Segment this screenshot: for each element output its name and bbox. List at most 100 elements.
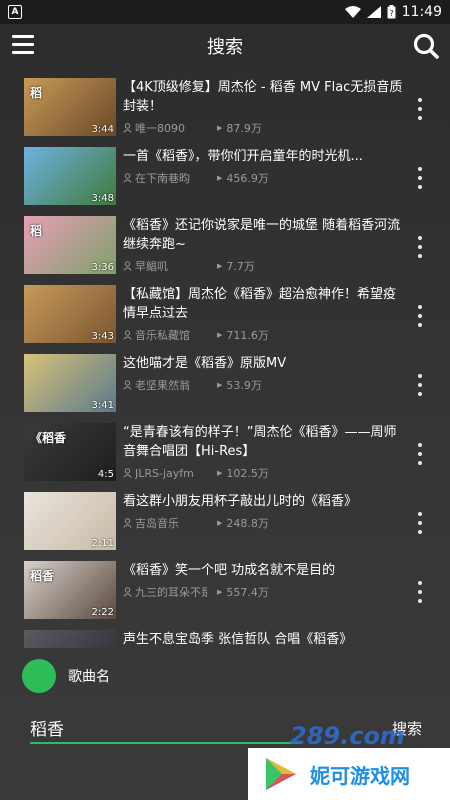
thumbnail-caption: 稻 xyxy=(30,86,43,100)
video-duration: 2:22 xyxy=(91,607,114,618)
more-options-icon[interactable] xyxy=(416,236,424,258)
video-result-row[interactable]: 3:43 【私藏馆】周杰伦《稻香》超治愈神作！希望疫情早点过去音乐私藏馆 ▶ 711.… xyxy=(0,285,450,354)
video-info: 声生不息宝岛季 张信哲队 合唱《稻香》 xyxy=(123,630,403,648)
video-thumbnail[interactable]: 稻 3:36 xyxy=(24,216,116,274)
more-options-icon[interactable] xyxy=(416,374,424,396)
app-bar: 搜索 xyxy=(0,24,450,68)
video-thumbnail[interactable]: 3:41 xyxy=(24,354,116,412)
play-count-icon: ▶ xyxy=(217,469,223,477)
more-options-icon[interactable] xyxy=(416,443,424,465)
video-thumbnail[interactable]: 稻香 2:22 xyxy=(24,561,116,619)
video-author: JLRS-jayfm xyxy=(135,466,194,480)
video-duration: 3:41 xyxy=(91,400,114,411)
video-info: “是青春该有的样子！”周杰伦《稻香》——周师音舞合唱团【Hi-Res】 JLRS-… xyxy=(123,423,403,481)
video-duration: 2:11 xyxy=(91,538,114,549)
more-options-icon[interactable] xyxy=(416,512,424,534)
user-icon xyxy=(123,261,132,271)
play-count-icon: ▶ xyxy=(217,519,223,527)
video-play-count: 102.5万 xyxy=(226,467,269,480)
video-author: 早鲳叽 xyxy=(135,260,168,273)
video-result-row[interactable]: 稻 3:44 【4K顶级修复】周杰伦 - 稻香 MV Flac无损音质封装！ 唯一80… xyxy=(0,78,450,147)
video-play-count: 456.9万 xyxy=(226,172,269,185)
video-title[interactable]: 【4K顶级修复】周杰伦 - 稻香 MV Flac无损音质封装！ xyxy=(123,78,403,116)
more-options-icon[interactable] xyxy=(416,305,424,327)
more-options-icon[interactable] xyxy=(416,98,424,120)
video-title[interactable]: 一首《稻香》，带你们开启童年的时光机... xyxy=(123,147,403,166)
video-meta: 音乐私藏馆 ▶ 711.6万 xyxy=(123,327,403,343)
mini-player[interactable]: 歌曲名 xyxy=(0,648,450,704)
user-icon xyxy=(123,518,132,528)
video-info: 【4K顶级修复】周杰伦 - 稻香 MV Flac无损音质封装！ 唯一8090 ▶ 87… xyxy=(123,78,403,136)
video-author: 吉岛音乐 xyxy=(135,517,179,530)
svg-text:?: ? xyxy=(389,9,393,18)
video-author: 音乐私藏馆 xyxy=(135,329,190,342)
player-song-name: 歌曲名 xyxy=(68,669,110,685)
user-icon xyxy=(123,380,132,390)
video-duration: 3:43 xyxy=(91,331,114,342)
video-title[interactable]: 声生不息宝岛季 张信哲队 合唱《稻香》 xyxy=(123,630,403,648)
video-result-row[interactable]: 3:41 这他喵才是《稻香》原版MV 老坚果然翁 ▶ 53.9万 xyxy=(0,354,450,423)
search-icon[interactable] xyxy=(412,32,440,60)
play-count-icon: ▶ xyxy=(217,174,223,182)
video-duration: 4:5 xyxy=(97,469,114,480)
video-info: 这他喵才是《稻香》原版MV 老坚果然翁 ▶ 53.9万 xyxy=(123,354,403,393)
more-options-icon[interactable] xyxy=(416,581,424,603)
thumbnail-caption: 《稻香 xyxy=(30,431,67,445)
video-thumbnail[interactable]: 稻 3:44 xyxy=(24,78,116,136)
menu-icon[interactable] xyxy=(12,35,34,55)
user-icon xyxy=(123,587,132,597)
video-title[interactable]: 《稻香》笑一个吧 功成名就不是目的 xyxy=(123,561,403,580)
video-meta: 吉岛音乐 ▶ 248.8万 xyxy=(123,515,403,531)
video-author: 老坚果然翁 xyxy=(135,379,190,392)
video-author: 唯一8090 xyxy=(135,122,185,135)
video-author: 九三的耳朵不是特别好 xyxy=(135,586,207,599)
wifi-icon xyxy=(344,6,361,18)
video-result-row[interactable]: 稻香 2:22 《稻香》笑一个吧 功成名就不是目的九三的耳朵不是特别好 ▶557.4万 xyxy=(0,561,450,630)
notification-a-icon: A xyxy=(8,5,22,19)
video-info: 【私藏馆】周杰伦《稻香》超治愈神作！希望疫情早点过去音乐私藏馆 ▶ 711.6万 xyxy=(123,285,403,343)
battery-icon: ? xyxy=(387,5,396,19)
play-count-icon: ▶ xyxy=(217,262,223,270)
search-results-list[interactable]: 稻 3:44 【4K顶级修复】周杰伦 - 稻香 MV Flac无损音质封装！ 唯一80… xyxy=(0,78,450,648)
video-title[interactable]: “是青春该有的样子！”周杰伦《稻香》——周师音舞合唱团【Hi-Res】 xyxy=(123,423,403,461)
video-result-row[interactable]: 《稻香 4:5 “是青春该有的样子！”周杰伦《稻香》——周师音舞合唱团【Hi-Res… xyxy=(0,423,450,492)
status-time: 11:49 xyxy=(401,4,442,20)
video-thumbnail[interactable]: 3:48 xyxy=(24,147,116,205)
video-duration: 3:44 xyxy=(91,124,114,135)
video-result-row[interactable]: 声生不息宝岛季 张信哲队 合唱《稻香》 xyxy=(0,630,450,648)
user-icon xyxy=(123,123,132,133)
video-play-count: 711.6万 xyxy=(226,329,269,342)
video-play-count: 248.8万 xyxy=(226,517,269,530)
video-play-count: 53.9万 xyxy=(226,379,262,392)
video-title[interactable]: 《稻香》还记你说家是唯一的城堡 随着稻香河流继续奔跑~ xyxy=(123,216,403,254)
video-title[interactable]: 【私藏馆】周杰伦《稻香》超治愈神作！希望疫情早点过去 xyxy=(123,285,403,323)
video-result-row[interactable]: 3:48 一首《稻香》，带你们开启童年的时光机... 在下南巷昀 ▶ 456.9万 xyxy=(0,147,450,216)
thumbnail-caption: 稻 xyxy=(30,224,43,238)
video-info: 一首《稻香》，带你们开启童年的时光机... 在下南巷昀 ▶ 456.9万 xyxy=(123,147,403,186)
video-title[interactable]: 看这群小朋友用杯子敲出儿时的《稻香》 xyxy=(123,492,403,511)
video-meta: 早鲳叽 ▶ 7.7万 xyxy=(123,258,403,274)
search-field[interactable] xyxy=(30,712,300,746)
video-result-row[interactable]: 稻 3:36 《稻香》还记你说家是唯一的城堡 随着稻香河流继续奔跑~ 早鲳叽 ▶ 7.7万 xyxy=(0,216,450,285)
search-input[interactable] xyxy=(30,712,300,742)
watermark-banner: 妮可游戏网 xyxy=(248,748,450,800)
video-thumbnail[interactable]: 3:43 xyxy=(24,285,116,343)
video-play-count: 7.7万 xyxy=(226,260,255,273)
play-count-icon: ▶ xyxy=(217,331,223,339)
video-play-count: 557.4万 xyxy=(226,586,269,599)
video-author: 在下南巷昀 xyxy=(135,172,190,185)
play-logo-icon xyxy=(266,758,296,790)
page-title: 搜索 xyxy=(207,37,243,58)
video-result-row[interactable]: 2:11 看这群小朋友用杯子敲出儿时的《稻香》吉岛音乐 ▶ 248.8万 xyxy=(0,492,450,561)
video-title[interactable]: 这他喵才是《稻香》原版MV xyxy=(123,354,403,373)
player-cover-icon[interactable] xyxy=(22,659,56,693)
play-count-icon: ▶ xyxy=(217,124,223,132)
video-thumbnail[interactable] xyxy=(24,630,116,648)
video-thumbnail[interactable]: 2:11 xyxy=(24,492,116,550)
more-options-icon[interactable] xyxy=(416,167,424,189)
video-duration: 3:36 xyxy=(91,262,114,273)
search-underline xyxy=(30,742,300,744)
video-meta: JLRS-jayfm ▶ 102.5万 xyxy=(123,465,403,481)
user-icon xyxy=(123,468,132,478)
video-thumbnail[interactable]: 《稻香 4:5 xyxy=(24,423,116,481)
